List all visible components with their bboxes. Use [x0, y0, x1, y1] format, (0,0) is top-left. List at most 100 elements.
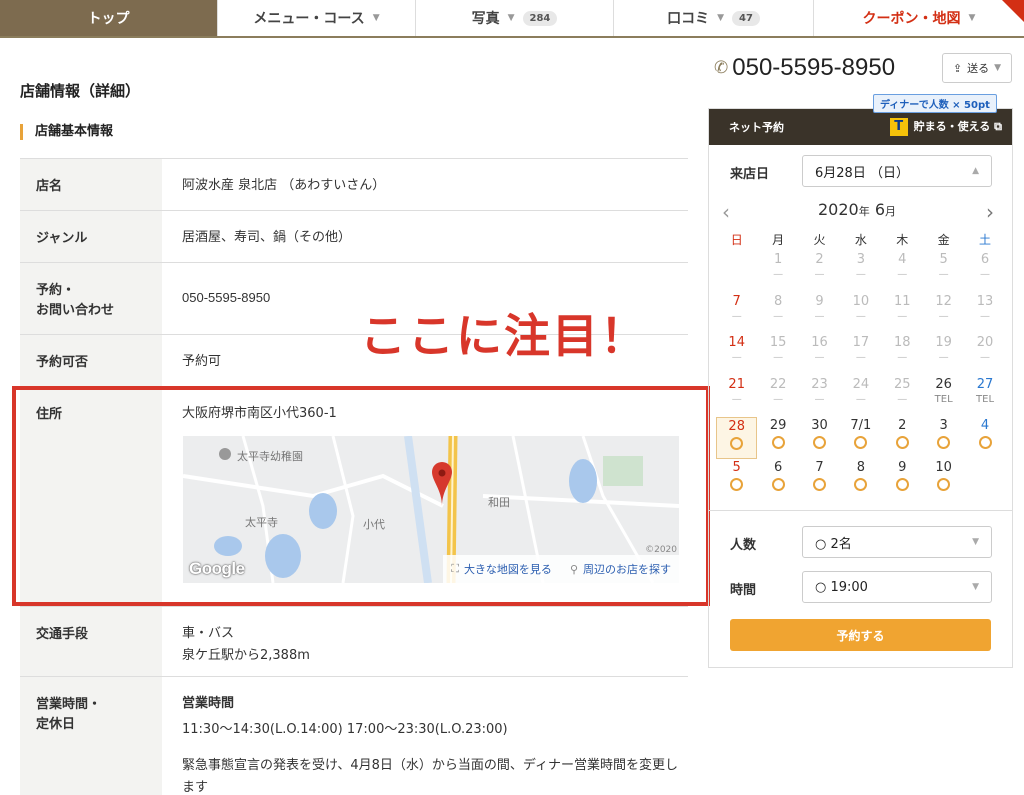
day-number: 21 [728, 376, 745, 392]
phone-number-text: 050-5595-8950 [732, 54, 896, 81]
chevron-down-icon: ▼ [717, 13, 724, 23]
tpoint-text: 貯まる・使える [913, 120, 991, 133]
divider [709, 510, 1012, 511]
name-value: 阿波水産 泉北店 （あわすいさん） [182, 178, 386, 193]
tab-coupon-map-label: クーポン・地図 [862, 11, 961, 27]
day-number: 22 [769, 376, 787, 392]
table-row: 交通手段 車・バス 泉ケ丘駅から2,388m [20, 607, 688, 677]
reservable-label: 予約可否 [20, 335, 162, 386]
nearby-shops-link[interactable]: ⚲ 周辺のお店を探す [570, 561, 671, 577]
chevron-down-icon: ▼ [372, 13, 380, 23]
calendar-day: 19 — [923, 334, 964, 376]
calendar-week: 7—8—9—10—11—12—13— [716, 293, 1006, 335]
day-number: 27 [976, 376, 994, 392]
day-number: 12 [935, 293, 952, 309]
chevron-down-icon: ▼ [507, 13, 515, 23]
calendar-day[interactable]: 10 [923, 459, 964, 501]
available-circle-icon [771, 436, 785, 449]
weekday-label: 木 [896, 233, 909, 247]
hours-value: 営業時間 11:30〜14:30(L.O.14:00) 17:00〜23:30(… [162, 677, 688, 795]
people-select[interactable]: ○ 2名 ▼ [802, 526, 992, 558]
transport-value: 車・バス 泉ケ丘駅から2,388m [162, 607, 688, 676]
cal-year-unit: 年 [858, 205, 870, 218]
calendar-day[interactable]: 6 [757, 459, 798, 501]
contact-label-line2: お問い合わせ [36, 303, 115, 318]
send-button[interactable]: ⇪ 送る ▼ [942, 53, 1012, 83]
calendar-day[interactable]: 3 [923, 417, 964, 459]
map[interactable]: 太平寺幼稚園 太平寺 小代 和田 Google ⛶ 大きな地図を見る ⚲ 周辺のお店… [183, 436, 679, 583]
tab-menu[interactable]: メニュー・コース ▼ [218, 0, 416, 36]
send-label: 送る [967, 62, 990, 75]
contact-label-line1: 予約・ [36, 283, 76, 298]
available-circle-icon [854, 436, 868, 449]
unavailable-dash: — [980, 352, 991, 363]
calendar-day: 26 TEL [923, 376, 964, 418]
visit-date-value: 6月28日 （日） [815, 162, 909, 181]
day-number: 23 [811, 376, 828, 392]
calendar-day[interactable]: 9 [882, 459, 923, 501]
calendar-day[interactable]: 28 [716, 417, 758, 459]
day-number: 8 [773, 293, 783, 309]
calendar-day[interactable]: 7/1 [840, 417, 881, 459]
chevron-down-icon: ▼ [972, 537, 979, 547]
next-month-button[interactable]: › [986, 200, 994, 224]
day-number: 2 [815, 252, 824, 267]
unavailable-dash: — [814, 352, 825, 363]
calendar-day[interactable]: 29 [757, 417, 798, 459]
hours-note: 緊急事態宣言の発表を受け、4月8日（水）から当面の間、ディナー営業時間を変更しま… [182, 758, 678, 795]
section-subtitle: 店舗基本情報 [20, 124, 113, 140]
weekday-label: 水 [854, 233, 867, 247]
calendar-day: 17 — [840, 334, 881, 376]
calendar-day[interactable]: 5 [716, 459, 757, 501]
calendar-day[interactable]: 2 [882, 417, 923, 459]
calendar-day: 11— [882, 293, 923, 335]
reserve-button[interactable]: 予約する [730, 619, 991, 651]
hours-label-line2: 定休日 [36, 717, 76, 732]
corner-ribbon [1002, 0, 1024, 22]
cal-year: 2020 [818, 200, 859, 219]
day-number: 10 [935, 459, 952, 475]
prev-month-button[interactable]: ‹ [722, 200, 730, 224]
calendar-day[interactable]: 8 [840, 459, 881, 501]
tab-coupon-map[interactable]: クーポン・地図 ▼ [814, 0, 1024, 36]
day-number: 8 [856, 459, 865, 475]
time-select[interactable]: ○ 19:00 ▼ [802, 571, 992, 603]
unavailable-dash: — [773, 310, 784, 322]
phone-number[interactable]: ✆ 050-5595-8950 [714, 54, 895, 82]
unavailable-dash: — [855, 310, 866, 322]
table-row: ジャンル 居酒屋、寿司、鍋（その他） [20, 211, 688, 263]
tab-reviews[interactable]: 口コミ ▼ 47 [614, 0, 814, 36]
large-map-link[interactable]: ⛶ 大きな地図を見る [451, 561, 552, 577]
tab-top[interactable]: トップ [0, 0, 218, 36]
expand-icon: ⛶ [451, 562, 459, 575]
hours-label-line1: 営業時間・ [36, 697, 102, 712]
day-number: 4 [898, 252, 907, 267]
calendar-day[interactable]: 7 [799, 459, 840, 501]
calendar-day: 27 TEL [964, 376, 1005, 418]
day-number: 1 [773, 252, 783, 267]
day-number: 7 [815, 459, 824, 475]
calendar-day[interactable]: 4 [964, 417, 1005, 459]
calendar-day: 4— [882, 251, 923, 293]
calendar-day[interactable]: 30 [799, 417, 840, 459]
calendar-day: 10— [840, 293, 881, 335]
unavailable-dash: — [814, 269, 825, 280]
day-number: 15 [769, 335, 787, 350]
chevron-up-icon: ▲ [972, 166, 979, 176]
tel-only-label: TEL [934, 393, 953, 405]
weekday-label: 火 [813, 233, 826, 247]
tpoint-link[interactable]: T 貯まる・使える ⧉ [889, 118, 1002, 136]
calendar-title: 2020年 6月 [818, 200, 896, 219]
day-number: 29 [769, 418, 787, 433]
day-number: 25 [893, 376, 911, 392]
day-number: 28 [728, 419, 745, 434]
calendar-week: 1—2—3—4—5—6— [716, 251, 1006, 293]
chevron-down-icon: ▼ [972, 582, 979, 592]
calendar-day: 6— [964, 251, 1005, 293]
people-value: ○ 2名 [815, 536, 852, 552]
calendar-day: 16 — [799, 334, 840, 376]
tab-photos[interactable]: 写真 ▼ 284 [416, 0, 614, 36]
available-circle-icon [978, 436, 992, 449]
weekday-label: 月 [772, 233, 785, 247]
visit-date-select[interactable]: 6月28日 （日） ▲ [802, 155, 992, 187]
